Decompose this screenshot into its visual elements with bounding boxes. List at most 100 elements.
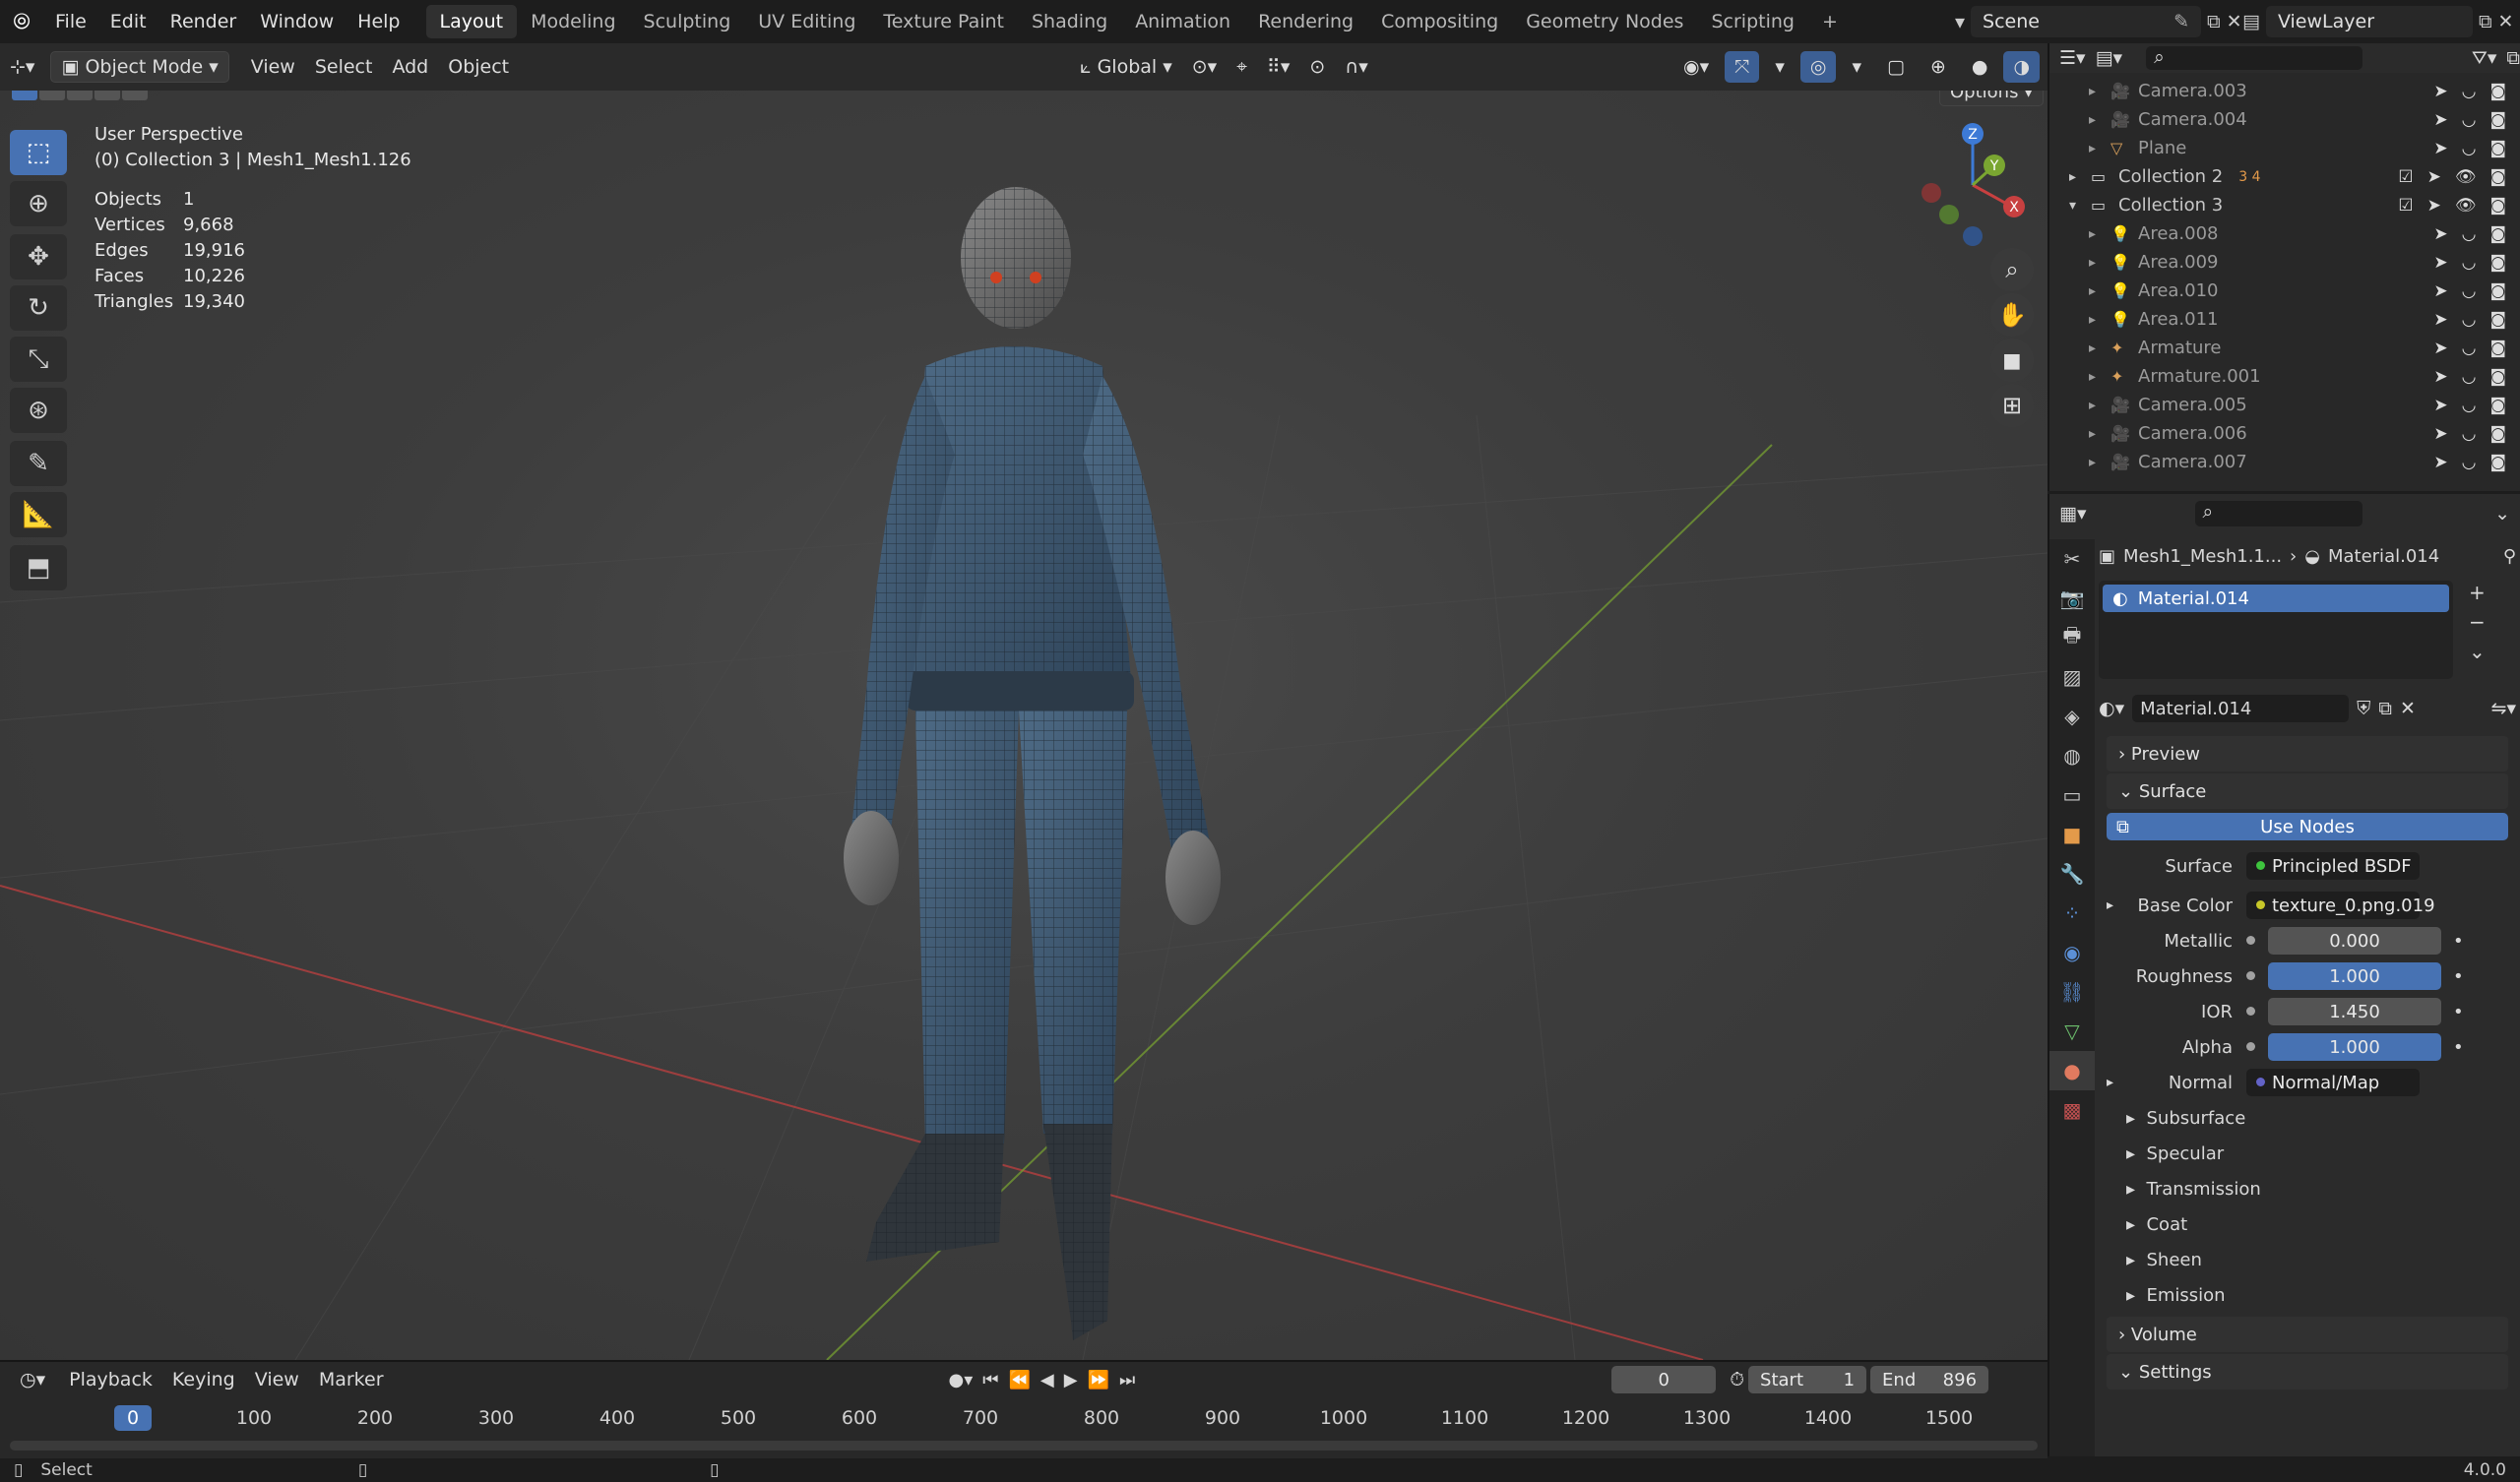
material-name-field[interactable]: Material.014 [2132,695,2350,722]
scene-icon[interactable]: ▾ [1955,10,1965,33]
chevron-down-icon[interactable]: ▾ [2069,198,2091,214]
subpanel-transmission[interactable]: ▸ Transmission [2099,1171,2516,1206]
properties-editor-icon[interactable]: ▦▾ [2059,503,2087,525]
eye-icon[interactable]: 👁 [2455,167,2477,187]
render-camera-icon[interactable]: ◙ [2490,281,2507,301]
snap-target-dropdown[interactable]: ⠿▾ [1257,51,1299,83]
view-layer-field[interactable]: ViewLayer [2265,6,2473,37]
exclude-checkbox[interactable]: ☑ [2398,167,2413,187]
keyframe-dot-icon[interactable]: • [2453,1002,2464,1022]
outliner-row[interactable]: ▸ ✦ Armature.001 ➤ ◡ ◙ [2049,362,2520,391]
pan-hand-icon[interactable]: ✋ [1990,293,2034,337]
new-collection-icon[interactable]: ⧉ [2506,47,2520,69]
chevron-right-icon[interactable]: ▸ [2107,1075,2113,1090]
tab-modeling[interactable]: Modeling [517,5,629,38]
tab-layout[interactable]: Layout [425,5,518,38]
chevron-right-icon[interactable]: ▸ [2089,312,2110,328]
render-camera-icon[interactable]: ◙ [2490,453,2507,472]
selectable-icon[interactable]: ➤ [2433,396,2447,415]
tool-tab-icon[interactable]: ✂ [2049,539,2095,579]
overlay-dropdown[interactable]: ▾ [1842,51,1871,83]
menu-edit[interactable]: Edit [98,6,158,37]
selectable-icon[interactable]: ➤ [2433,281,2447,301]
eye-icon[interactable]: ◡ [2462,139,2477,158]
tab-sculpting[interactable]: Sculpting [630,5,745,38]
chevron-right-icon[interactable]: ▸ [2089,340,2110,356]
chevron-right-icon[interactable]: ▸ [2089,226,2110,242]
collection-tab-icon[interactable]: ▭ [2049,775,2095,815]
character-model[interactable] [807,140,1260,1360]
add-workspace-button[interactable]: + [1808,5,1852,38]
add-cube-tool[interactable]: ⬒ [10,545,67,590]
wireframe-shading-button[interactable]: ⊕ [1921,51,1956,83]
add-slot-button[interactable]: + [2469,581,2486,604]
outliner-row[interactable]: ▸ 🎥 Camera.003 ➤ ◡ ◙ [2049,77,2520,105]
tab-shading[interactable]: Shading [1018,5,1121,38]
modifier-tab-icon[interactable]: 🔧 [2049,854,2095,894]
snap-toggle[interactable]: ⌖ [1227,51,1257,83]
mode-dropdown[interactable]: ▣ Object Mode ▾ [50,51,229,83]
tab-compositing[interactable]: Compositing [1367,5,1512,38]
eye-icon[interactable]: ◡ [2462,367,2477,387]
material-shading-button[interactable]: ◑ [2003,51,2041,83]
chevron-right-icon[interactable]: ▸ [2089,455,2110,470]
chevron-right-icon[interactable]: ▸ [2089,283,2110,299]
selectable-icon[interactable]: ➤ [2433,339,2447,358]
remove-slot-button[interactable]: − [2469,610,2486,634]
outliner-row[interactable]: ▸ 💡 Area.009 ➤ ◡ ◙ [2049,248,2520,277]
viewport-menu-view[interactable]: View [241,51,305,83]
transform-tool[interactable]: ⊛ [10,388,67,433]
subpanel-emission[interactable]: ▸ Emission [2099,1277,2516,1313]
rotate-tool[interactable]: ↻ [10,285,67,331]
chevron-right-icon[interactable]: ▸ [2089,255,2110,271]
viewport-menu-add[interactable]: Add [382,51,438,83]
physics-tab-icon[interactable]: ◉ [2049,933,2095,972]
selectable-icon[interactable]: ➤ [2433,139,2447,158]
slot-specials-button[interactable]: ⌄ [2469,640,2486,663]
eye-icon[interactable]: ◡ [2462,339,2477,358]
field-normal[interactable]: Normal/Map [2246,1069,2420,1096]
chevron-right-icon[interactable]: ▸ [2089,141,2110,156]
select-extend-icon[interactable] [39,91,65,100]
menu-help[interactable]: Help [346,6,411,37]
tab-geometry-nodes[interactable]: Geometry Nodes [1512,5,1697,38]
blender-logo-icon[interactable]: ⦾ [0,10,43,34]
outliner-row[interactable]: ▸ ▭ Collection 2 3 4 ☑ ➤ 👁 ◙ [2049,162,2520,191]
new-scene-icon[interactable]: ⧉ [2207,11,2221,32]
display-mode-icon[interactable]: ▤▾ [2096,47,2123,69]
gizmo-dropdown[interactable]: ▾ [1765,51,1795,83]
eye-icon[interactable]: ◡ [2462,82,2477,101]
chevron-right-icon[interactable]: ▸ [2107,897,2113,913]
new-view-layer-icon[interactable]: ⧉ [2479,11,2492,32]
chevron-right-icon[interactable]: ▸ [2069,169,2091,185]
eye-icon[interactable]: ◡ [2462,281,2477,301]
render-camera-icon[interactable]: ◙ [2490,339,2507,358]
select-box-tool[interactable]: ⬚ [10,130,67,175]
outliner-row[interactable]: ▸ 💡 Area.011 ➤ ◡ ◙ [2049,305,2520,334]
particles-tab-icon[interactable]: ⁘ [2049,894,2095,933]
navigation-gizmo[interactable]: Z X Y [1910,122,2038,250]
tab-uv-editing[interactable]: UV Editing [744,5,869,38]
exclude-checkbox[interactable]: ☑ [2398,196,2413,216]
orientation-dropdown[interactable]: ⟀ Global ▾ [1070,51,1182,83]
eye-icon[interactable]: ◡ [2462,110,2477,130]
render-camera-icon[interactable]: ◙ [2490,396,2507,415]
pin-icon[interactable]: ✎ [2174,11,2189,32]
eye-icon[interactable]: ◡ [2462,453,2477,472]
selectable-icon[interactable]: ➤ [2433,253,2447,273]
settings-panel-header[interactable]: ⌄ Settings [2107,1354,2508,1389]
tab-rendering[interactable]: Rendering [1244,5,1367,38]
render-camera-icon[interactable]: ◙ [2490,224,2507,244]
outliner-row[interactable]: ▾ ▭ Collection 3 ☑ ➤ 👁 ◙ [2049,191,2520,219]
selectable-icon[interactable]: ➤ [2433,82,2447,101]
render-camera-icon[interactable]: ◙ [2490,139,2507,158]
material-slot-list[interactable]: ◐ Material.014 [2099,581,2453,679]
material-tab-icon[interactable]: ● [2049,1051,2095,1090]
field-base-color[interactable]: texture_0.png.019 [2246,892,2435,919]
outliner-row[interactable]: ▸ 🎥 Camera.007 ➤ ◡ ◙ [2049,448,2520,476]
selectable-icon[interactable]: ➤ [2433,424,2447,444]
viewport-menu-object[interactable]: Object [438,51,519,83]
gizmo-toggle[interactable]: ⤧ [1725,51,1760,83]
chevron-right-icon[interactable]: ▸ [2089,369,2110,385]
select-intersect-icon[interactable] [122,91,148,100]
